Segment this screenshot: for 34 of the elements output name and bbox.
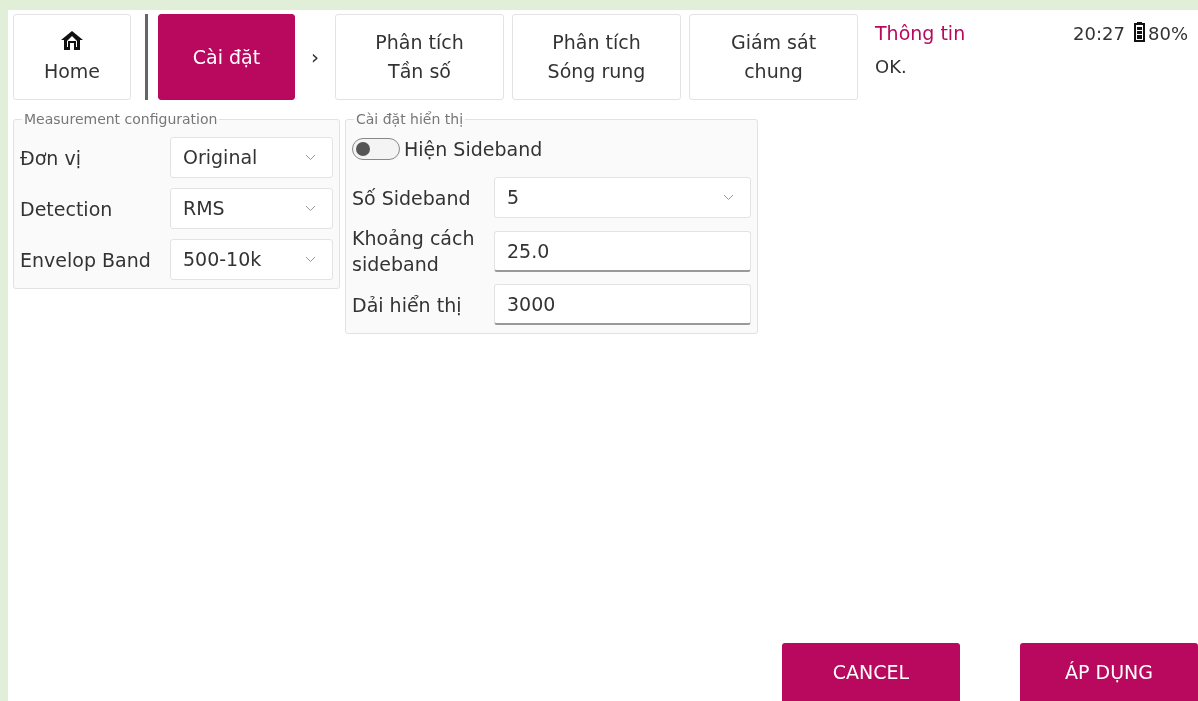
battery-icon <box>1134 22 1145 42</box>
clock-time: 20:27 <box>1073 22 1125 46</box>
field-label: Detection <box>20 196 114 221</box>
field-label: Đơn vị <box>20 145 82 170</box>
chevron-text: › <box>311 44 319 71</box>
input-field[interactable]: 3000 <box>494 284 751 325</box>
nav-tab[interactable]: Phân tích Tần số <box>335 14 504 100</box>
chevron-down-icon <box>305 256 316 263</box>
field-label: Dải hiển thị <box>352 292 463 318</box>
toggle-switch[interactable] <box>352 138 400 160</box>
action-button[interactable]: ÁP DỤNG <box>1020 643 1198 701</box>
home-icon <box>60 28 84 53</box>
nav-tab[interactable]: Giám sát chung <box>689 14 858 100</box>
nav-tab[interactable]: Phân tích Sóng rung <box>512 14 681 100</box>
toggle-label: Hiện Sideband <box>404 136 543 162</box>
chevron-down-icon <box>305 154 316 161</box>
field-label: Số Sideband <box>352 185 472 210</box>
input-field[interactable]: 25.0 <box>494 230 751 272</box>
battery-percent: 80% <box>1148 22 1188 46</box>
panel-title: Measurement configuration <box>23 110 219 129</box>
action-button[interactable]: CANCEL <box>782 643 960 701</box>
dropdown[interactable]: Original <box>170 137 333 178</box>
nav-tab[interactable]: Cài đặt <box>158 14 295 100</box>
dropdown[interactable]: 500-10k <box>170 239 333 280</box>
chevron-down-icon <box>723 194 734 201</box>
dropdown[interactable]: 5 <box>494 177 751 218</box>
chevron-down-icon <box>305 205 316 212</box>
field-label: Khoảng cách sideband <box>352 226 476 277</box>
field-label: Envelop Band <box>20 247 152 272</box>
home-button[interactable]: Home <box>13 14 131 100</box>
info-title: Thông tin <box>875 23 967 43</box>
panel-title: Cài đặt hiển thị <box>355 110 465 129</box>
info-message: OK. <box>875 57 908 77</box>
dropdown[interactable]: RMS <box>170 188 333 229</box>
